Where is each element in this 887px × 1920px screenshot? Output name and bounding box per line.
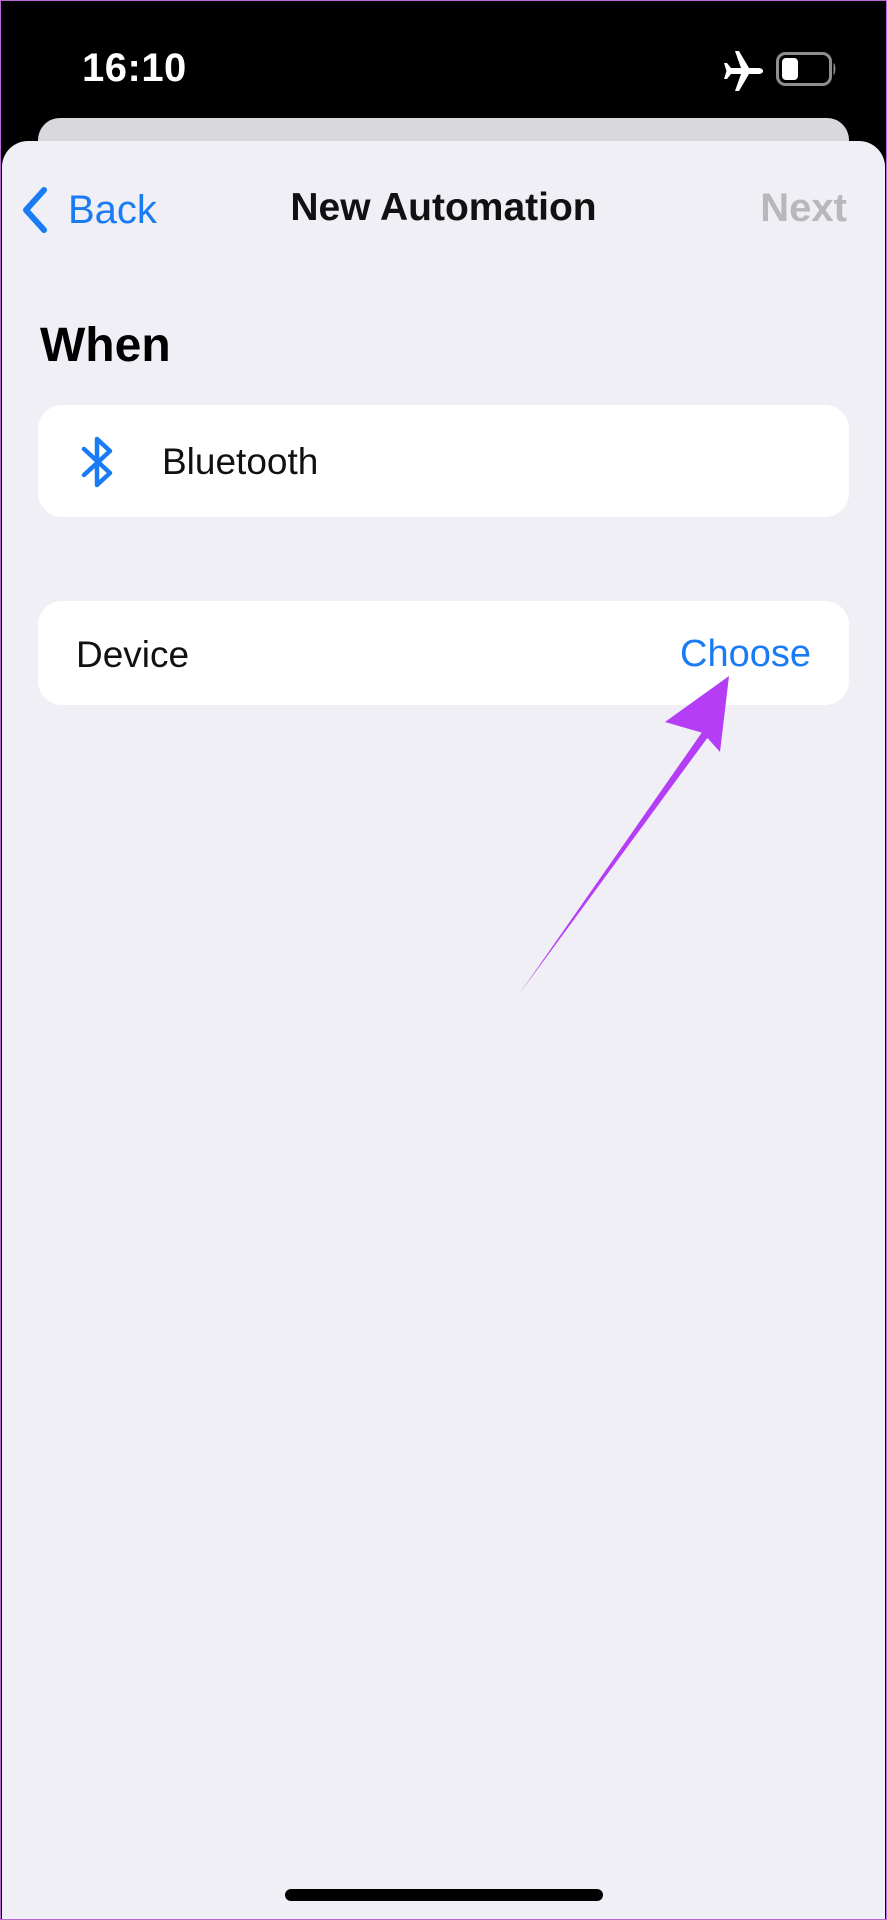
home-indicator [285, 1889, 603, 1901]
status-time: 16:10 [82, 46, 187, 90]
choose-device-button[interactable]: Choose [680, 633, 811, 676]
next-button[interactable]: Next [760, 186, 847, 231]
section-heading-when: When [40, 319, 171, 372]
trigger-row-bluetooth[interactable]: Bluetooth [38, 405, 849, 517]
device-row: Device Choose [38, 601, 849, 705]
phone-screen: 16:10 Back New Automation Next When Blue… [0, 0, 887, 1920]
status-bar: 16:10 [0, 0, 887, 120]
battery-icon [776, 52, 836, 86]
device-label: Device [76, 634, 190, 675]
airplane-icon [724, 51, 763, 91]
trigger-label: Bluetooth [162, 441, 319, 482]
page-title: New Automation [290, 186, 597, 229]
bluetooth-icon [81, 436, 113, 488]
